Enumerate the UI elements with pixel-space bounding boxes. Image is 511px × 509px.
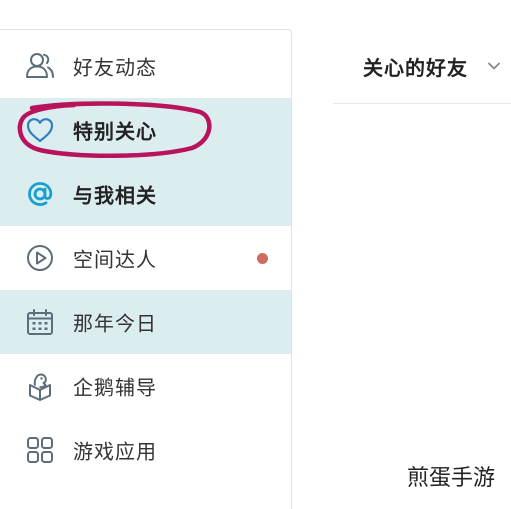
apps-grid-icon: [24, 434, 56, 466]
app-window: 好友动态 特别关心 与我相关 空间达人 那年今日 企鹅辅导 游戏应用 关心的好友…: [0, 0, 511, 509]
page-title[interactable]: 关心的好友: [363, 52, 468, 81]
sidebar-nav: 好友动态 特别关心 与我相关 空间达人 那年今日 企鹅辅导 游戏应用: [0, 29, 292, 509]
main-header: 关心的好友: [333, 34, 511, 104]
sidebar-item-label: 与我相关: [73, 183, 157, 208]
calendar-icon: [24, 306, 56, 338]
penguin-box-icon: [24, 370, 56, 402]
sidebar-item-friend-feed[interactable]: 好友动态: [0, 34, 291, 98]
sidebar-item-penguin-tutoring[interactable]: 企鹅辅导: [0, 354, 291, 418]
sidebar-item-game-apps[interactable]: 游戏应用: [0, 418, 291, 482]
play-icon: [24, 242, 56, 274]
sidebar-item-space-experts[interactable]: 空间达人: [0, 226, 291, 290]
notification-dot: [257, 253, 268, 264]
heart-icon: [24, 114, 56, 146]
chevron-down-icon[interactable]: [487, 59, 501, 73]
friends-icon: [24, 50, 56, 82]
sidebar-item-label: 空间达人: [73, 247, 157, 272]
watermark: 煎蛋手游: [407, 466, 496, 491]
sidebar-item-label: 好友动态: [73, 55, 157, 80]
sidebar-item-label: 特别关心: [73, 119, 157, 144]
sidebar-item-label: 游戏应用: [73, 439, 157, 464]
sidebar-item-label: 企鹅辅导: [73, 375, 157, 400]
sidebar-item-related-to-me[interactable]: 与我相关: [0, 162, 291, 226]
sidebar-item-label: 那年今日: [73, 311, 157, 336]
sidebar-item-special-care[interactable]: 特别关心: [0, 98, 291, 162]
sidebar-item-on-this-day[interactable]: 那年今日: [0, 290, 291, 354]
at-icon: [24, 178, 56, 210]
